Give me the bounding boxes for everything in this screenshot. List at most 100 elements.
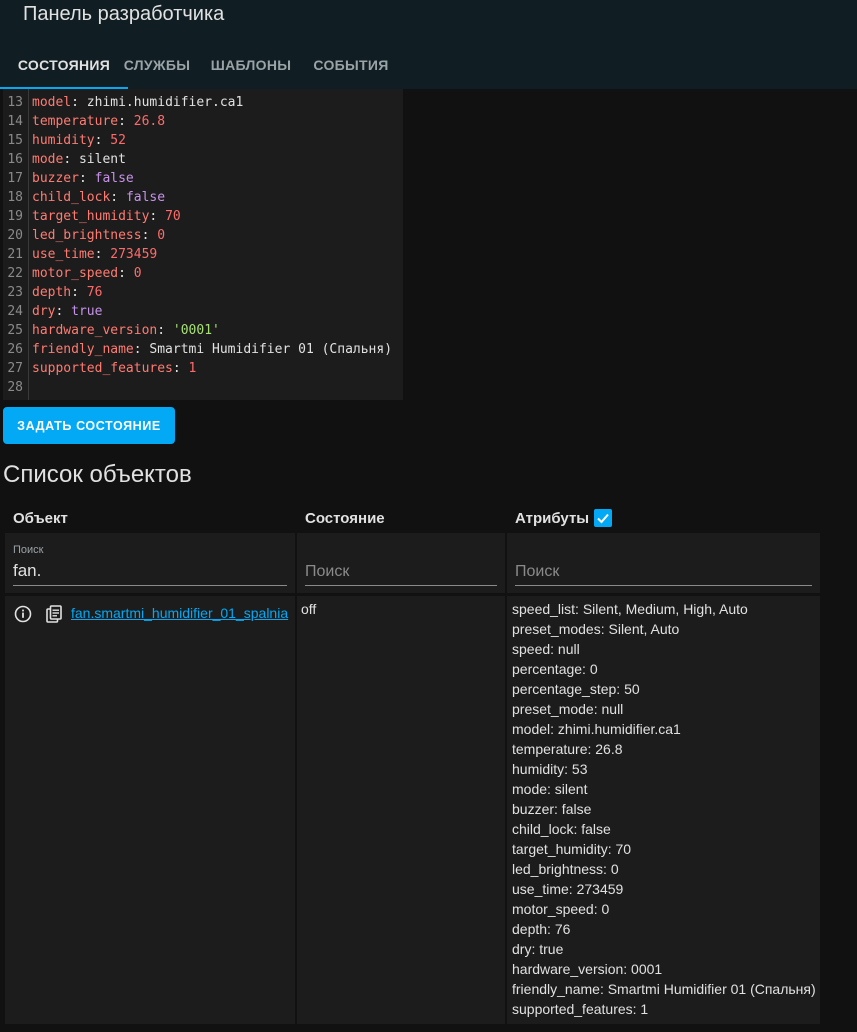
column-header-attributes: Атрибуты [515, 509, 613, 527]
editor-line: 16 mode: silent [3, 150, 126, 169]
yaml-key: led_brightness [32, 228, 142, 243]
yaml-value: false [125, 190, 166, 205]
yaml-key: child_lock [32, 190, 111, 205]
info-icon[interactable] [13, 604, 33, 624]
column-header-state: Состояние [305, 510, 385, 527]
line-number: 22 [7, 266, 23, 281]
editor-line: 21 use_time: 273459 [3, 245, 157, 264]
tab-bar: СОСТОЯНИЯ СЛУЖБЫ ШАБЛОНЫ СОБЫТИЯ [0, 40, 388, 89]
line-number: 25 [7, 323, 23, 338]
yaml-key: buzzer [32, 171, 79, 186]
attribute-line: preset_mode: null [512, 701, 624, 717]
attributes-yaml-editor[interactable]: 13 model: zhimi.humidifier.ca1 14 temperatu… [3, 89, 403, 400]
line-number: 13 [7, 95, 23, 110]
yaml-value: 26.8 [133, 114, 166, 129]
attribute-line: use_time: 273459 [512, 881, 624, 897]
tab-templates[interactable]: ШАБЛОНЫ [200, 40, 302, 89]
editor-line: 13 model: zhimi.humidifier.ca1 [3, 93, 243, 112]
yaml-key: model [32, 95, 72, 110]
line-number: 21 [7, 247, 23, 262]
attribute-line: preset_modes: Silent, Auto [512, 621, 680, 637]
yaml-value: 0 [157, 228, 166, 243]
state-filter-underline [305, 585, 497, 586]
yaml-key: depth [32, 285, 72, 300]
state-cell: off [297, 596, 505, 1024]
attribute-line: mode: silent [512, 781, 588, 797]
attributes-cell: speed_list: Silent, Medium, High, Auto pr… [507, 596, 820, 1024]
line-number: 16 [7, 152, 23, 167]
entity-filter-input[interactable]: fan. [13, 561, 41, 581]
yaml-value: true [71, 304, 103, 319]
editor-line: 24 dry: true [3, 302, 102, 321]
yaml-key: humidity [32, 133, 95, 148]
attribute-line: child_lock: false [512, 821, 611, 837]
tab-services[interactable]: СЛУЖБЫ [124, 40, 190, 89]
attributes-checkbox[interactable] [594, 509, 613, 527]
attribute-line: temperature: 26.8 [512, 741, 623, 757]
yaml-value: 52 [110, 133, 126, 148]
attribute-line: model: zhimi.humidifier.ca1 [512, 721, 681, 737]
attribute-line: supported_features: 1 [512, 1001, 649, 1017]
attribute-line: humidity: 53 [512, 761, 588, 777]
editor-line: 14 temperature: 26.8 [3, 112, 165, 131]
state-filter-input[interactable]: Поиск [305, 563, 349, 581]
yaml-value: '0001' [172, 323, 220, 338]
line-number: 24 [7, 304, 23, 319]
attributes-filter-input[interactable]: Поиск [515, 563, 559, 581]
entity-filter-cell: Поиск fan. [5, 533, 295, 593]
editor-line: 28 [3, 378, 32, 397]
yaml-value: zhimi.humidifier.ca1 [86, 95, 244, 110]
set-state-button[interactable]: ЗАДАТЬ СОСТОЯНИЕ [3, 407, 175, 444]
attribute-line: depth: 76 [512, 921, 571, 937]
attribute-line: percentage: 0 [512, 661, 598, 677]
entity-cell: fan.smartmi_humidifier_01_spalnia [5, 596, 295, 1024]
yaml-value: 1 [188, 361, 197, 376]
state-filter-cell: Поиск [297, 533, 505, 593]
app-header: Панель разработчика СОСТОЯНИЯ СЛУЖБЫ ШАБ… [0, 0, 857, 89]
entity-filter-label: Поиск [13, 544, 44, 556]
editor-line: 23 depth: 76 [3, 283, 102, 302]
entity-id-link[interactable]: fan.smartmi_humidifier_01_spalnia [71, 605, 288, 621]
editor-line: 20 led_brightness: 0 [3, 226, 165, 245]
clipboard-icon[interactable] [44, 604, 64, 624]
editor-line: 22 motor_speed: 0 [3, 264, 142, 283]
check-icon [597, 513, 609, 524]
entities-section-title: Список объектов [3, 461, 192, 488]
yaml-value: 70 [165, 209, 181, 224]
yaml-value: 76 [86, 285, 103, 300]
attribute-line: target_humidity: 70 [512, 841, 632, 857]
column-header-entity: Объект [13, 510, 68, 527]
line-number: 20 [7, 228, 23, 243]
attribute-line: hardware_version: 0001 [512, 961, 663, 977]
attribute-line: speed: null [512, 641, 580, 657]
yaml-key: hardware_version [32, 323, 158, 338]
yaml-value: Smartmi Humidifier 01 (Спальня) [149, 342, 393, 357]
line-number: 19 [7, 209, 23, 224]
clipboard-icon-graphic [46, 605, 62, 623]
editor-line: 26 friendly_name: Smartmi Humidifier 01 (… [3, 340, 392, 359]
editor-line: 17 buzzer: false [3, 169, 134, 188]
yaml-value: silent [78, 152, 126, 167]
attribute-line: friendly_name: Smartmi Humidifier 01 (Сп… [512, 981, 816, 997]
attributes-filter-cell: Поиск [507, 533, 820, 593]
line-number: 26 [7, 342, 23, 357]
yaml-key: friendly_name [32, 342, 134, 357]
line-number: 18 [7, 190, 23, 205]
page-title: Панель разработчика [23, 3, 225, 25]
line-number: 27 [7, 361, 23, 376]
yaml-value: false [94, 171, 134, 186]
tab-states[interactable]: СОСТОЯНИЯ [0, 40, 128, 89]
yaml-value: 0 [133, 266, 142, 281]
tab-events[interactable]: СОБЫТИЯ [313, 40, 388, 89]
editor-line: 15 humidity: 52 [3, 131, 126, 150]
attribute-line: percentage_step: 50 [512, 681, 640, 697]
yaml-key: motor_speed [32, 266, 119, 281]
yaml-key: use_time [32, 247, 95, 262]
line-number: 28 [7, 380, 23, 395]
yaml-key: supported_features [32, 361, 173, 376]
column-header-entity-label: Объект [13, 510, 68, 527]
editor-line: 18 child_lock: false [3, 188, 165, 207]
editor-line: 19 target_humidity: 70 [3, 207, 181, 226]
line-number: 15 [7, 133, 23, 148]
attribute-line: motor_speed: 0 [512, 901, 610, 917]
